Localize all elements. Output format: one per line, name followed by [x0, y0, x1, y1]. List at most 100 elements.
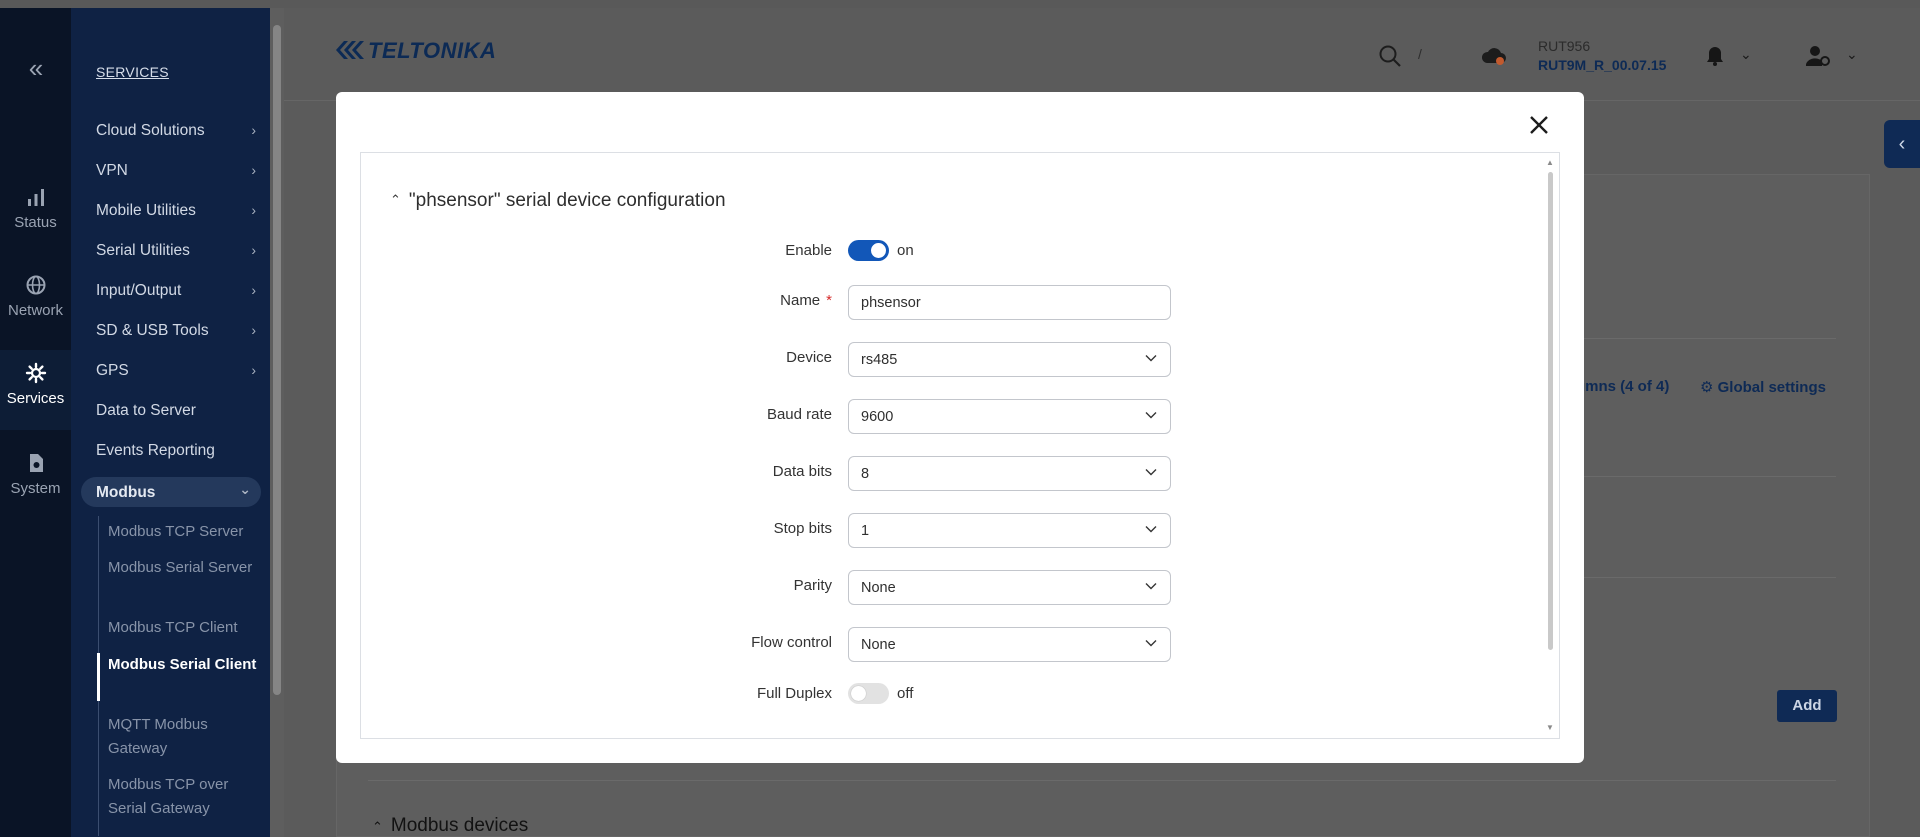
modbus-devices-section[interactable]: ⌃ Modbus devices: [372, 815, 528, 837]
enable-toggle[interactable]: [848, 240, 889, 261]
sidebar-title: SERVICES: [96, 64, 169, 80]
stop-bits-select[interactable]: 1: [848, 513, 1171, 548]
chevron-right-icon: ›: [251, 242, 256, 258]
stop-bits-label: Stop bits: [773, 520, 832, 537]
modal-title: "phsensor" serial device configuration: [408, 190, 726, 211]
chevron-down-icon: [1145, 469, 1157, 476]
scroll-up-icon[interactable]: ▲: [1546, 158, 1554, 167]
sidebar-subitem-modbus-tcp-server[interactable]: Modbus TCP Server: [108, 520, 258, 544]
cloud-connection-icon[interactable]: [1480, 44, 1508, 68]
baud-rate-select[interactable]: 9600: [848, 399, 1171, 434]
chevron-down-icon: [1145, 583, 1157, 590]
bell-icon[interactable]: [1704, 45, 1726, 67]
chevron-down-icon: [1145, 355, 1157, 362]
firmware-version[interactable]: RUT9M_R_00.07.15: [1538, 57, 1666, 73]
close-icon[interactable]: [1526, 112, 1552, 138]
chevron-right-icon: ›: [251, 282, 256, 298]
browser-top-strip: [0, 0, 1920, 8]
sidebar-item-data-to-server[interactable]: Data to Server: [96, 402, 256, 420]
enable-label: Enable: [785, 242, 832, 259]
baud-rate-label: Baud rate: [766, 406, 832, 423]
chevron-right-icon: ›: [251, 162, 256, 178]
bar-chart-icon: [27, 189, 44, 206]
columns-selector[interactable]: umns (4 of 4): [1576, 378, 1669, 395]
device-model: RUT956: [1538, 38, 1591, 54]
rail-item-status[interactable]: Status: [0, 186, 71, 231]
panel-scrollbar-thumb[interactable]: [1548, 172, 1553, 650]
enable-state: on: [897, 242, 914, 259]
user-settings-icon[interactable]: [1805, 44, 1831, 68]
rail-item-label: System: [10, 480, 61, 497]
background-divider: [368, 780, 1836, 781]
sidebar-item-sd-usb-tools[interactable]: SD & USB Tools ›: [96, 322, 256, 340]
sidebar-item-serial-utilities[interactable]: Serial Utilities ›: [96, 242, 256, 260]
chevron-right-icon: ›: [251, 322, 256, 338]
name-label: Name *: [780, 292, 832, 309]
chevron-down-icon[interactable]: ⌄: [1846, 46, 1858, 63]
sidebar-item-mobile-utilities[interactable]: Mobile Utilities ›: [96, 202, 256, 220]
chevron-right-icon: ›: [251, 362, 256, 378]
data-bits-select[interactable]: 8: [848, 456, 1171, 491]
rail-item-system[interactable]: System: [0, 452, 71, 497]
active-submenu-marker: [97, 653, 100, 701]
teltonika-logo[interactable]: TELTONIKA: [334, 38, 496, 64]
section-toggle[interactable]: ⌃ "phsensor" serial device configuration: [390, 190, 726, 212]
global-settings-link[interactable]: ⚙ Global settings: [1700, 378, 1826, 396]
required-marker: *: [826, 292, 832, 309]
sidebar-item-cloud-solutions[interactable]: Cloud Solutions ›: [96, 122, 256, 140]
rail-item-network[interactable]: Network: [0, 274, 71, 319]
add-button[interactable]: Add: [1777, 690, 1837, 722]
scroll-down-icon[interactable]: ▼: [1546, 723, 1554, 732]
sidebar-item-modbus[interactable]: Modbus ⌄: [81, 477, 261, 507]
gear-icon: [25, 362, 46, 384]
rail-item-label: Status: [14, 214, 57, 231]
background-divider: [1560, 338, 1836, 339]
search-icon[interactable]: [1378, 44, 1402, 68]
chevron-right-icon: ›: [251, 202, 256, 218]
chevron-down-icon: [1145, 412, 1157, 419]
flow-control-label: Flow control: [751, 634, 832, 651]
rail-item-services[interactable]: Services: [0, 350, 71, 430]
sidebar-subitem-modbus-serial-server[interactable]: Modbus Serial Server: [108, 556, 258, 580]
toggle-knob: [851, 686, 866, 701]
sidebar-item-input-output[interactable]: Input/Output ›: [96, 282, 256, 300]
toggle-knob: [871, 243, 886, 258]
rail-item-label: Services: [6, 390, 65, 407]
rail-item-label: Network: [7, 302, 63, 319]
teltonika-logo-mark-icon: [336, 41, 364, 59]
full-duplex-state: off: [897, 685, 914, 702]
background-divider: [1560, 577, 1836, 578]
system-file-icon: [29, 454, 43, 472]
search-shortcut-hint: /: [1418, 46, 1422, 62]
chevron-down-icon: [1145, 640, 1157, 647]
sidebar-scrollbar-thumb[interactable]: [273, 25, 281, 695]
side-panel-toggle[interactable]: ‹: [1884, 120, 1920, 168]
chevron-down-icon: [1145, 526, 1157, 533]
chevron-right-icon: ›: [251, 122, 256, 138]
full-duplex-toggle[interactable]: [848, 683, 889, 704]
panel-scrollbar[interactable]: ▲ ▼: [1544, 158, 1556, 733]
services-sidebar: SERVICES Cloud Solutions › VPN › Mobile …: [71, 8, 270, 837]
device-label: Device: [786, 349, 832, 366]
sidebar-subitem-mqtt-modbus-gateway[interactable]: MQTT Modbus Gateway: [108, 713, 258, 761]
sidebar-subitem-modbus-tcp-over-serial-gateway[interactable]: Modbus TCP over Serial Gateway: [108, 773, 258, 821]
full-duplex-label: Full Duplex: [756, 685, 832, 702]
background-divider: [1560, 476, 1836, 477]
sidebar-subitem-modbus-serial-client[interactable]: Modbus Serial Client: [108, 653, 258, 677]
sidebar-subitem-modbus-tcp-client[interactable]: Modbus TCP Client: [108, 616, 258, 640]
left-rail: « Status Network Services System: [0, 8, 71, 837]
chevron-up-icon: ⌃: [390, 192, 401, 207]
name-input[interactable]: phsensor: [848, 285, 1171, 320]
sidebar-item-events-reporting[interactable]: Events Reporting: [96, 442, 256, 460]
sidebar-item-vpn[interactable]: VPN ›: [96, 162, 256, 180]
globe-icon: [26, 275, 45, 295]
collapse-menu-icon[interactable]: «: [22, 54, 50, 82]
parity-label: Parity: [793, 577, 832, 594]
chevron-down-icon[interactable]: ⌄: [1740, 46, 1752, 63]
parity-select[interactable]: None: [848, 570, 1171, 605]
data-bits-label: Data bits: [772, 463, 832, 480]
device-select[interactable]: rs485: [848, 342, 1171, 377]
flow-control-select[interactable]: None: [848, 627, 1171, 662]
sidebar-item-gps[interactable]: GPS ›: [96, 362, 256, 380]
chevron-down-icon: ⌄: [239, 481, 251, 497]
